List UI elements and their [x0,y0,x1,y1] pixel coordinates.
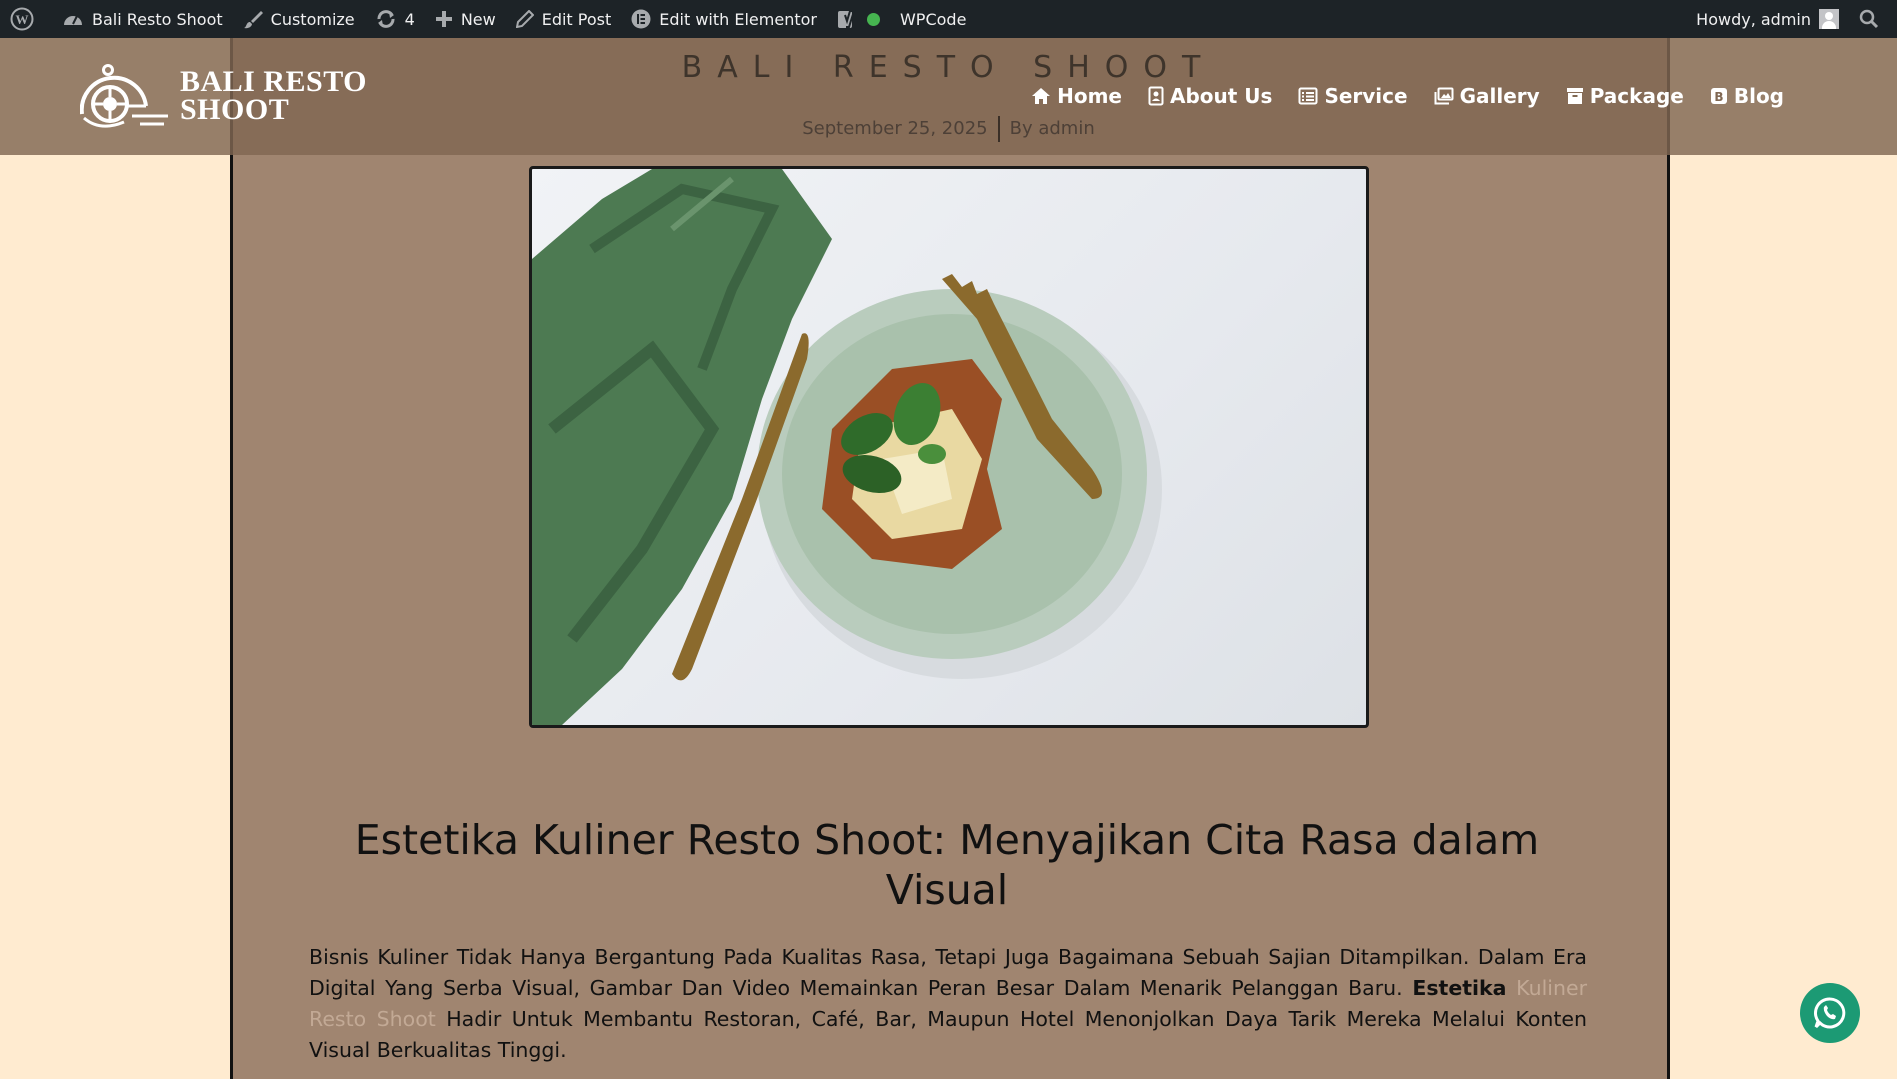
meta-divider [997,116,1000,142]
nav-label-about-us: About Us [1169,84,1273,108]
wordpress-logo-button[interactable]: W [0,0,52,38]
nav-item-package[interactable]: Package [1566,84,1684,108]
pencil-icon [515,10,534,28]
account-menu[interactable]: Howdy, admin [1686,0,1849,38]
nav-item-gallery[interactable]: Gallery [1434,84,1540,108]
elementor-icon [631,9,651,29]
avatar [1819,9,1839,29]
edit-elementor-link[interactable]: Edit with Elementor [621,0,827,38]
edit-post-label: Edit Post [541,9,612,29]
yoast-icon [837,10,856,28]
whatsapp-float-button[interactable] [1800,983,1860,1043]
wordpress-icon: W [10,7,34,31]
site-name-link[interactable]: Bali Resto Shoot [52,0,233,38]
new-content-link[interactable]: New [425,0,506,38]
nav-label-service: Service [1324,84,1408,108]
main-navigation: Home About Us Service Gallery Package B … [1005,84,1784,108]
blog-icon: B [1710,88,1727,104]
howdy-label: Howdy, admin [1696,9,1811,29]
svg-text:W: W [16,12,29,27]
nav-item-about-us[interactable]: About Us [1148,84,1272,108]
article-title: Estetika Kuliner Resto Shoot: Menyajikan… [354,816,1540,914]
seo-status-dot [866,12,880,26]
customize-label: Customize [270,9,355,29]
home-icon [1032,88,1051,104]
edit-elementor-label: Edit with Elementor [659,9,817,29]
paragraph-text-1: Bisnis Kuliner Tidak Hanya Bergantung Pa… [309,945,1587,1000]
nav-label-blog: Blog [1733,84,1784,108]
nav-label-gallery: Gallery [1459,84,1540,108]
lasagna-plate-photo [532,169,1162,725]
yoast-seo-menu[interactable] [827,0,890,38]
nav-label-package: Package [1589,84,1684,108]
nav-item-blog[interactable]: B Blog [1710,84,1784,108]
customize-link[interactable]: Customize [233,0,365,38]
nav-item-home[interactable]: Home [1031,84,1122,108]
new-label: New [460,9,496,29]
post-meta: September 25, 2025 By admin [0,116,1897,142]
admin-search-button[interactable] [1849,0,1897,38]
updates-icon [377,10,395,28]
post-author[interactable]: By admin [1010,118,1095,139]
edit-post-link[interactable]: Edit Post [506,0,622,38]
updates-link[interactable]: 4 [365,0,425,38]
nav-label-home: Home [1057,84,1122,108]
site-title: BALI RESTO SHOOT [681,50,1216,85]
site-name-label: Bali Resto Shoot [92,9,223,29]
images-icon [1434,87,1454,105]
whatsapp-icon [1814,997,1846,1029]
svg-text:B: B [1714,90,1723,104]
wpcode-label: WPCode [899,9,967,29]
featured-image [529,166,1369,728]
wp-admin-bar: W Bali Resto Shoot Customize 4 New Edit … [0,0,1897,38]
post-date[interactable]: September 25, 2025 [802,118,987,139]
search-icon [1859,9,1879,29]
paragraph-text-2: Hadir Untuk Membantu Restoran, Café, Bar… [309,1007,1587,1062]
plus-icon [435,11,452,27]
updates-count: 4 [404,9,415,29]
archive-icon [1566,88,1583,104]
nav-item-service[interactable]: Service [1298,84,1408,108]
wpcode-link[interactable]: WPCode [890,0,976,38]
dashboard-icon [64,15,82,25]
paintbrush-icon [243,11,263,29]
list-icon [1298,87,1318,105]
article-paragraph: Bisnis Kuliner Tidak Hanya Bergantung Pa… [309,942,1587,1066]
contact-card-icon [1148,86,1164,106]
paragraph-bold: Estetika [1412,976,1507,1000]
